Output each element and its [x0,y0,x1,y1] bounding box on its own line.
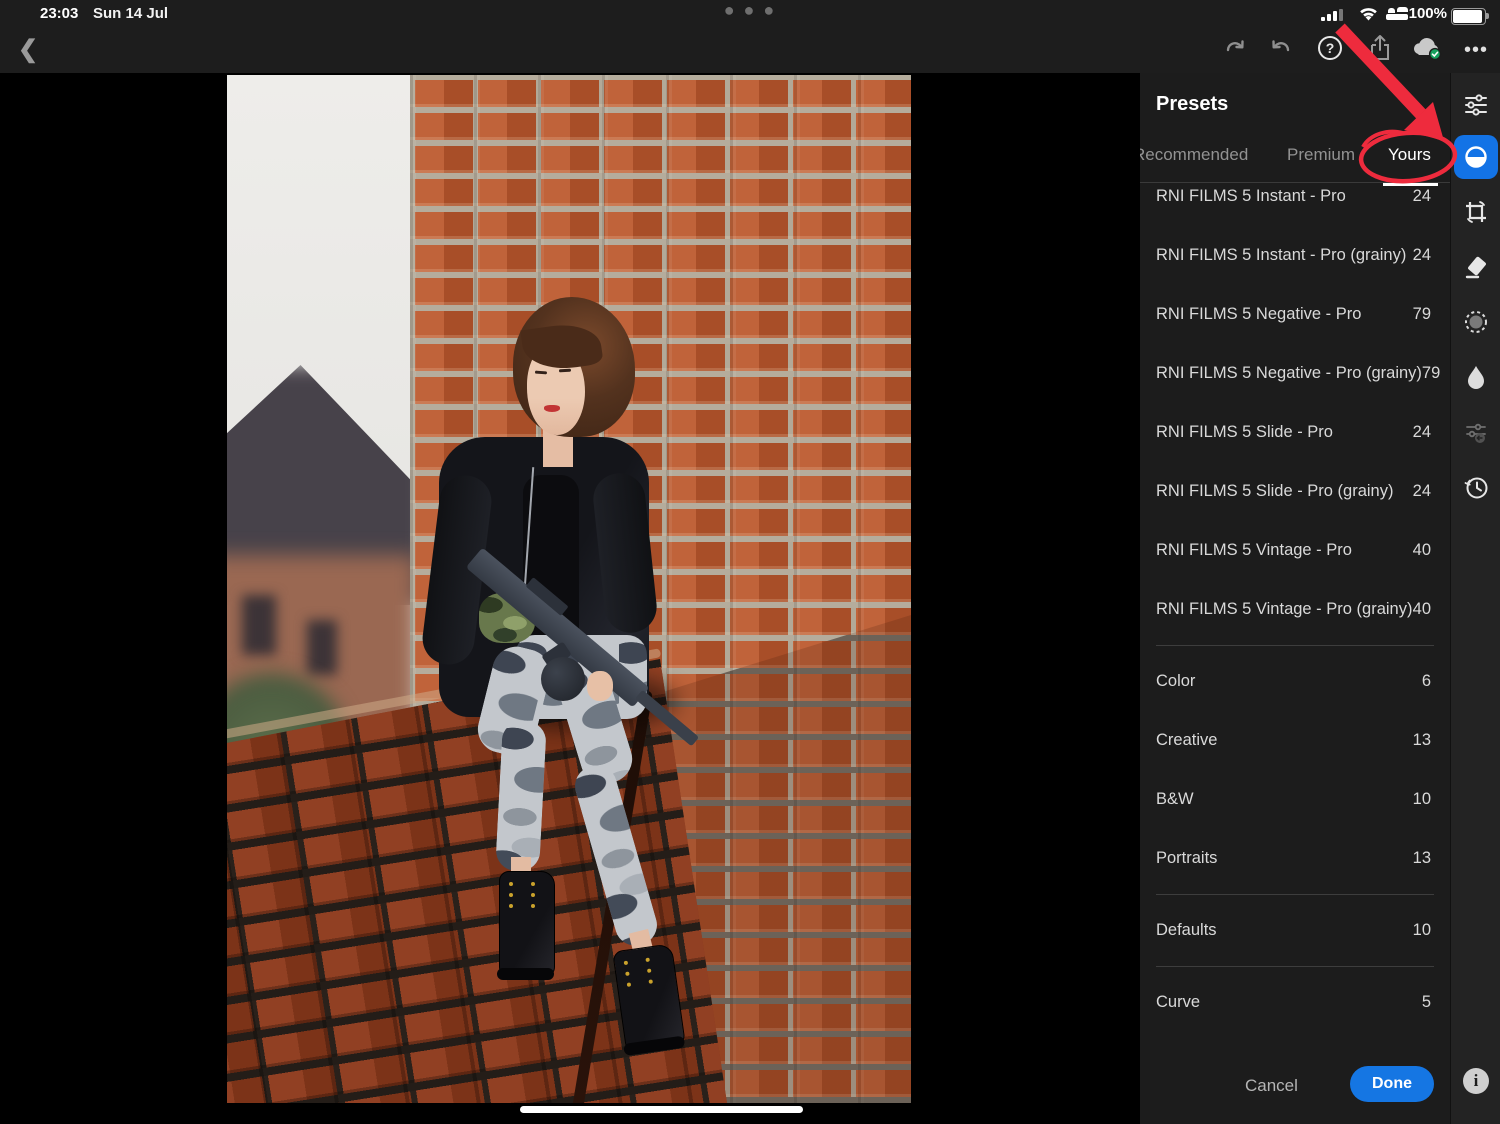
previous-edits-icon[interactable] [1454,410,1498,454]
adjustments-icon[interactable] [1454,83,1498,127]
battery-percent: 100% [1409,5,1447,22]
preset-row[interactable]: RNI FILMS 5 Instant - Pro24 [1140,167,1450,226]
status-time: 23:03 [40,5,78,22]
list-divider [1156,894,1434,895]
preset-row[interactable]: RNI FILMS 5 Vintage - Pro40 [1140,521,1450,580]
tab-yours[interactable]: Yours [1388,145,1431,165]
preset-row[interactable]: RNI FILMS 5 Negative - Pro (grainy)79 [1140,344,1450,403]
lens-blur-icon[interactable] [1454,355,1498,399]
presets-panel: Presets Recommended Premium Yours RNI FI… [1140,73,1450,1124]
done-button[interactable]: Done [1350,1066,1434,1102]
photo-preview [227,75,911,1103]
panel-actions: Cancel Done [1140,1058,1450,1124]
versions-icon[interactable] [1454,465,1498,509]
camo-pants-left-shin [495,720,547,872]
cancel-button[interactable]: Cancel [1245,1076,1298,1096]
preset-row[interactable]: RNI FILMS 5 Slide - Pro (grainy)24 [1140,462,1450,521]
presets-list: RNI FILMS 5 Instant - Pro24 RNI FILMS 5 … [1140,167,1450,1067]
healing-icon[interactable] [1454,245,1498,289]
presets-icon[interactable] [1454,135,1498,179]
battery-icon [1451,8,1486,25]
tab-recommended[interactable]: Recommended [1140,145,1248,165]
lightroom-app: 23:03 Sun 14 Jul 100% ❮ ● ● ● ? ••• [0,0,1500,1124]
hand [587,671,613,701]
active-tab-underline [1383,183,1438,186]
lips [544,405,560,412]
share-icon[interactable] [1364,34,1396,66]
list-divider [1156,966,1434,967]
preset-group-row[interactable]: B&W10 [1140,770,1450,829]
more-options-icon[interactable]: ••• [1460,34,1492,66]
svg-text:?: ? [1326,40,1335,56]
cellular-signal-icon [1321,9,1347,21]
back-button[interactable]: ❮ [12,34,44,66]
preset-group-row[interactable]: Creative13 [1140,711,1450,770]
list-divider [1156,645,1434,646]
status-date: Sun 14 Jul [93,5,168,22]
preset-row[interactable]: RNI FILMS 5 Instant - Pro (grainy)24 [1140,226,1450,285]
boot-left [499,871,555,977]
preset-row[interactable]: RNI FILMS 5 Vintage - Pro (grainy)40 [1140,580,1450,639]
preset-row[interactable]: RNI FILMS 5 Negative - Pro79 [1140,285,1450,344]
window-handle-dots[interactable]: ● ● ● [710,0,790,26]
preset-group-row[interactable]: Color6 [1140,652,1450,711]
help-icon[interactable]: ? [1314,34,1346,66]
tool-sidebar: i [1450,73,1500,1124]
eye-right [559,369,571,373]
masking-icon[interactable] [1454,300,1498,344]
undo-icon[interactable] [1266,34,1298,66]
panel-title: Presets [1156,93,1228,116]
info-icon[interactable]: i [1463,1068,1489,1094]
cloud-synced-icon[interactable] [1410,34,1442,66]
preset-group-row[interactable]: Defaults10 [1140,901,1450,960]
wifi-icon [1359,7,1378,26]
crop-icon[interactable] [1454,190,1498,234]
status-accessory-icon [1386,10,1408,20]
rifle-drum-magazine [541,657,585,701]
preset-group-row[interactable]: Portraits13 [1140,829,1450,888]
redo-icon[interactable] [1218,34,1250,66]
blurred-window [242,595,276,655]
preset-group-row[interactable]: Curve5 [1140,973,1450,1032]
edit-canvas [0,73,1140,1124]
tab-premium[interactable]: Premium [1287,145,1355,165]
home-indicator[interactable] [520,1106,803,1113]
preset-row[interactable]: RNI FILMS 5 Slide - Pro24 [1140,403,1450,462]
top-bar: 23:03 Sun 14 Jul 100% ❮ ● ● ● ? ••• [0,0,1500,73]
